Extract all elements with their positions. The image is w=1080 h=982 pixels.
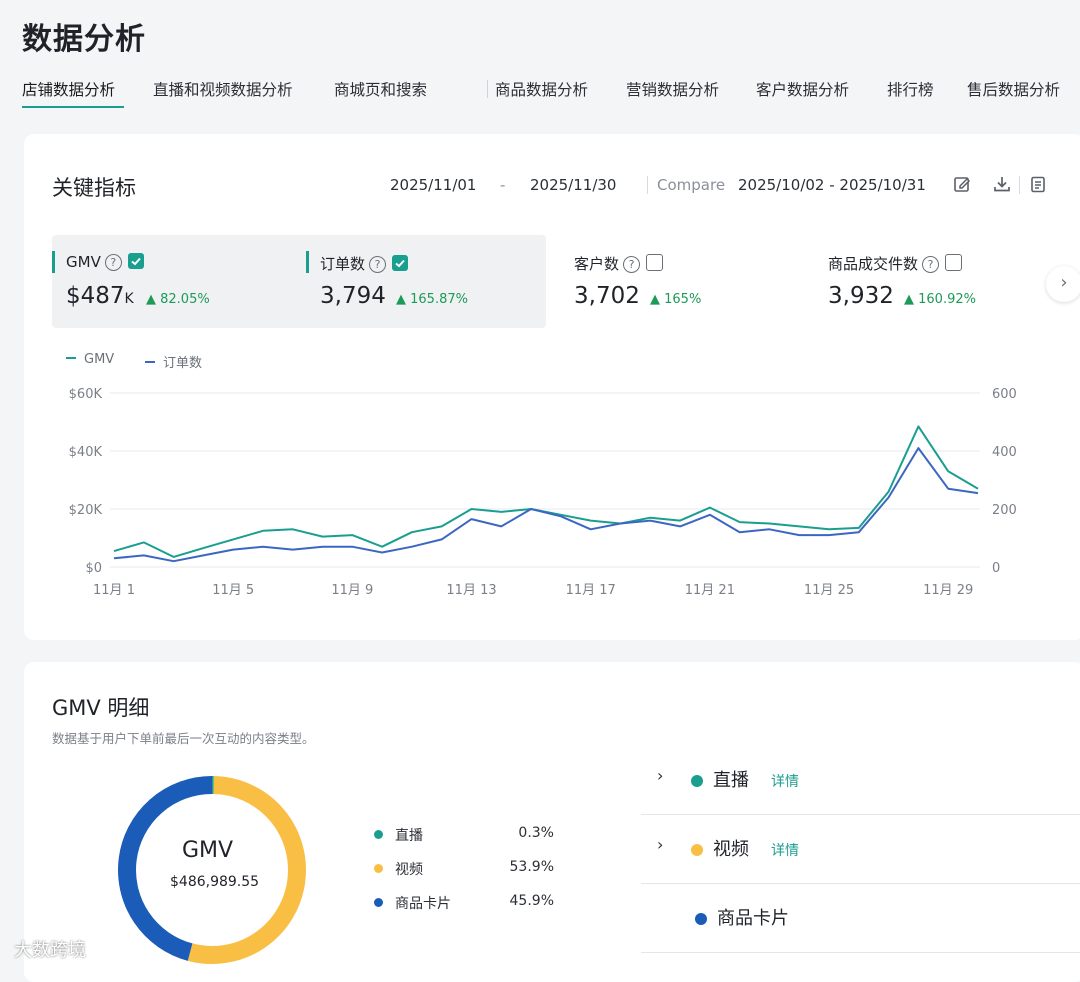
legend-label: 商品卡片 <box>395 896 451 912</box>
tab-after-sales-analysis[interactable]: 售后数据分析 <box>967 78 1060 100</box>
donut-segment-video <box>190 785 297 955</box>
row-label: 视频 <box>713 835 749 861</box>
page-title: 数据分析 <box>22 14 146 58</box>
tab-mall-search[interactable]: 商城页和搜索 <box>334 78 427 100</box>
pie-legend-video-pct: 53.9% <box>494 859 554 875</box>
watermark-logo: 大数跨境 <box>14 936 86 962</box>
tab-customer-analysis[interactable]: 客户数据分析 <box>756 78 849 100</box>
key-metrics-card: 关键指标 2025/11/01 - 2025/11/30 Compare 202… <box>24 134 1080 640</box>
tab-bar: 店铺数据分析 直播和视频数据分析 商城页和搜索 商品数据分析 营销数据分析 客户… <box>22 78 1080 126</box>
tab-live-video-analysis[interactable]: 直播和视频数据分析 <box>153 78 293 100</box>
tab-store-analysis[interactable]: 店铺数据分析 <box>22 78 115 100</box>
donut-segment-product-card <box>127 785 212 952</box>
pie-legend-live: 直播 <box>374 825 423 845</box>
legend-dot <box>374 898 383 907</box>
series-line-gmv <box>114 426 978 557</box>
tab-product-analysis[interactable]: 商品数据分析 <box>495 78 588 100</box>
x-tick-label: 11月 21 <box>685 583 735 598</box>
x-tick-label: 11月 9 <box>331 583 373 598</box>
y-left-tick-label: $20K <box>69 503 103 518</box>
legend-label: 视频 <box>395 862 423 878</box>
chevron-right-icon[interactable]: › <box>657 766 663 785</box>
x-tick-label: 11月 5 <box>212 583 254 598</box>
y-left-tick-label: $40K <box>69 445 103 460</box>
x-tick-label: 11月 25 <box>804 583 854 598</box>
pie-legend-video: 视频 <box>374 859 423 879</box>
y-left-tick-label: $0 <box>85 561 102 576</box>
pie-legend-live-pct: 0.3% <box>494 825 554 841</box>
y-right-tick-label: 0 <box>992 561 1000 576</box>
chevron-right-icon[interactable]: › <box>657 835 663 854</box>
x-tick-label: 11月 13 <box>446 583 496 598</box>
row-label: 直播 <box>713 766 749 792</box>
donut-chart <box>24 662 624 982</box>
legend-dot <box>374 864 383 873</box>
row-dot <box>695 913 707 925</box>
y-right-tick-label: 200 <box>992 503 1017 518</box>
details-link[interactable]: 详情 <box>771 771 799 791</box>
row-label: 商品卡片 <box>717 904 789 930</box>
x-tick-label: 11月 1 <box>93 583 135 598</box>
series-line-orders <box>114 448 978 561</box>
legend-label: 直播 <box>395 828 423 844</box>
active-tab-underline <box>22 106 124 108</box>
donut-center-value: $486,989.55 <box>170 874 259 890</box>
legend-dot <box>374 830 383 839</box>
tab-marketing-analysis[interactable]: 营销数据分析 <box>626 78 719 100</box>
x-tick-label: 11月 17 <box>566 583 616 598</box>
x-tick-label: 11月 29 <box>923 583 973 598</box>
pie-legend-product-card-pct: 45.9% <box>494 893 554 909</box>
detail-row-live[interactable]: › 直播 详情 <box>641 746 1080 815</box>
detail-row-video[interactable]: › 视频 详情 <box>641 815 1080 884</box>
tab-divider <box>487 80 488 98</box>
y-right-tick-label: 400 <box>992 445 1017 460</box>
tab-rankings[interactable]: 排行榜 <box>887 78 934 100</box>
y-right-tick-label: 600 <box>992 387 1017 402</box>
line-chart: $0 0 $20K 200 $40K 400 $60K 600 11月 1 11月 5 11月 9 1… <box>24 134 1080 640</box>
y-left-tick-label: $60K <box>69 387 103 402</box>
row-dot <box>691 844 703 856</box>
gmv-breakdown-card: GMV 明细 数据基于用户下单前最后一次互动的内容类型。 GMV $486,98… <box>24 662 1080 982</box>
row-dot <box>691 775 703 787</box>
details-link[interactable]: 详情 <box>771 840 799 860</box>
pie-legend-product-card: 商品卡片 <box>374 893 451 913</box>
donut-center-title: GMV <box>182 838 233 863</box>
detail-row-product-card: 商品卡片 <box>641 884 1080 953</box>
